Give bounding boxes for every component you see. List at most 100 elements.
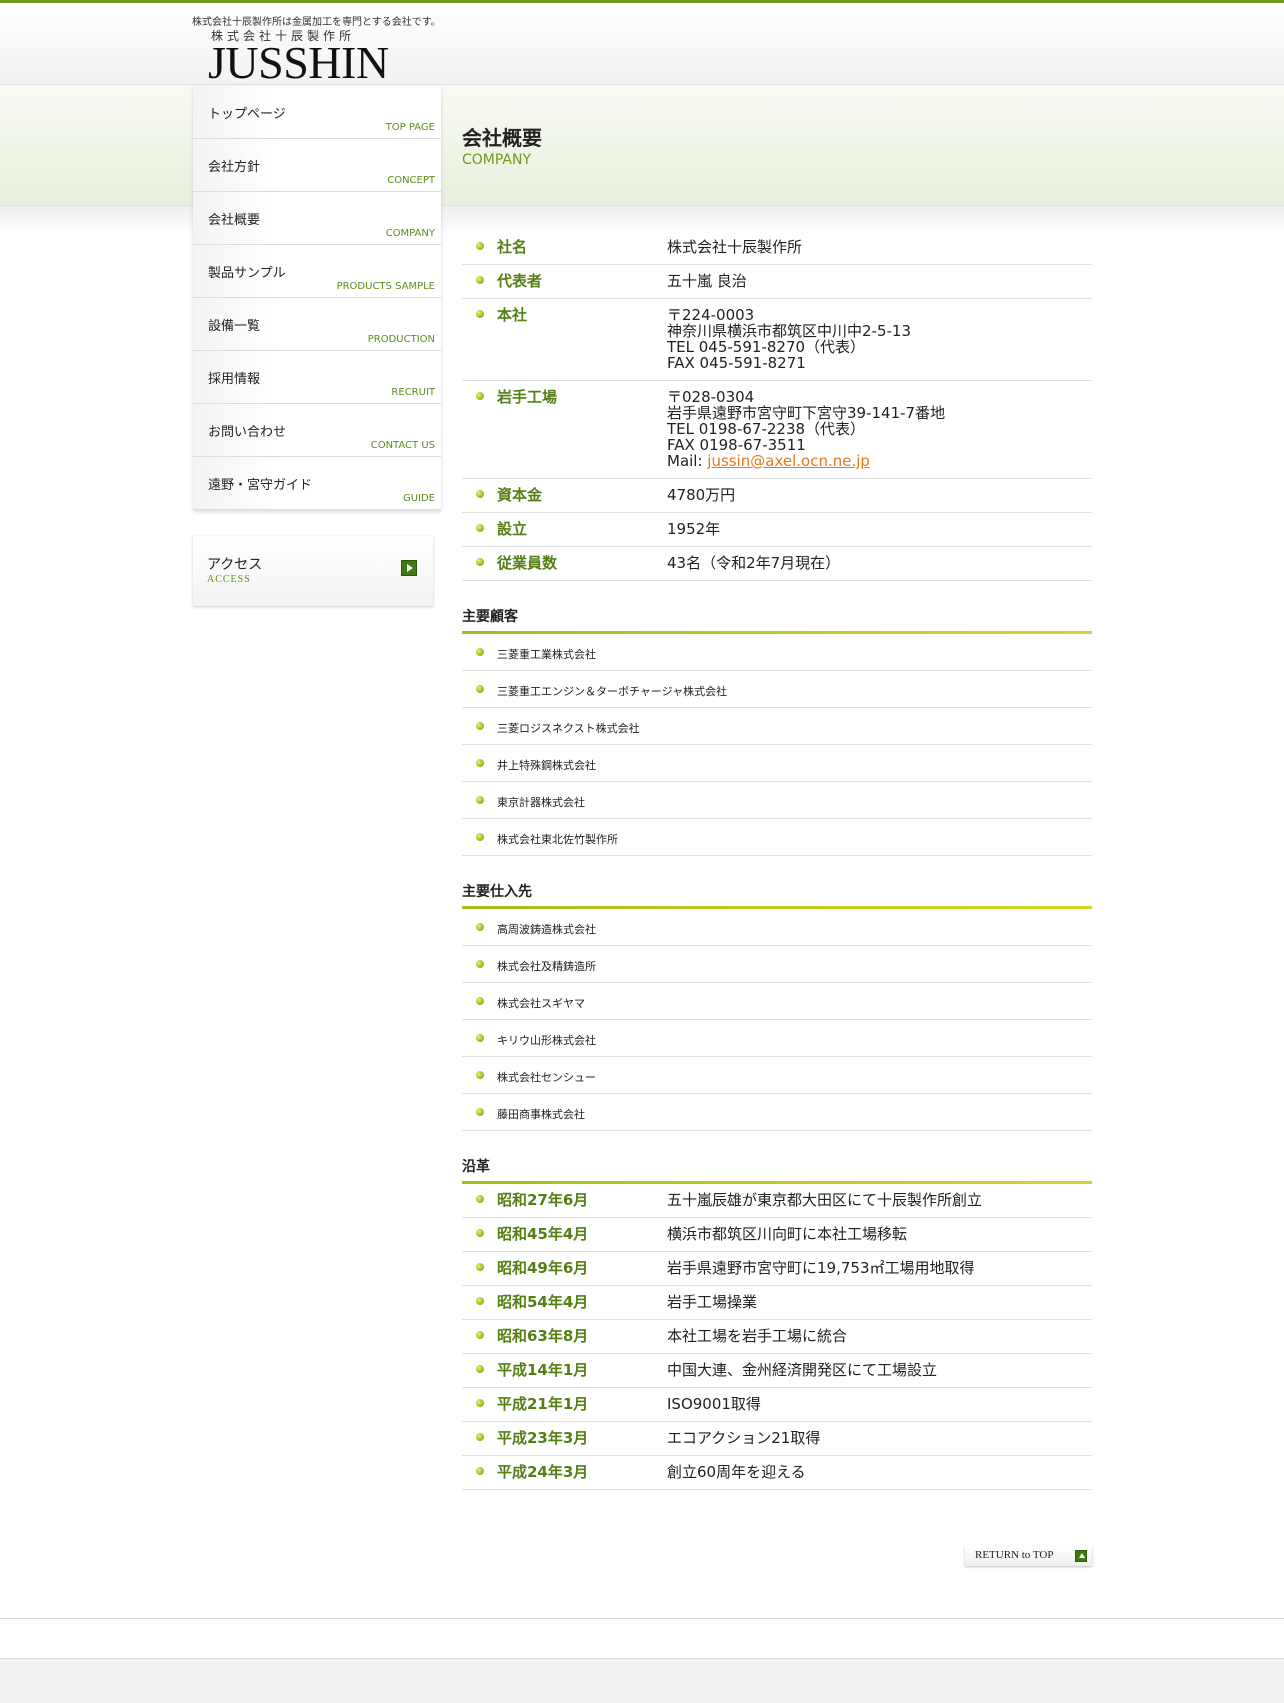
bullet-icon (476, 1297, 484, 1305)
bullet-icon (476, 796, 484, 804)
bullet-icon (476, 722, 484, 730)
info-value-line: 43名（令和2年7月現在） (667, 554, 841, 572)
info-value: 〒028-0304 岩手県遠野市宮守町下宮守39-141-7番地 TEL 019… (667, 389, 945, 469)
list-item: 三菱重工エンジン＆ターボチャージャ株式会社 (462, 671, 1092, 708)
suppliers-heading: 主要仕入先 (462, 856, 1092, 909)
page-subtitle: COMPANY (462, 152, 532, 168)
list-item: 井上特殊鋼株式会社 (462, 745, 1092, 782)
site-logo[interactable]: JUSSHIN (208, 40, 389, 86)
info-label: 本社 (497, 306, 528, 324)
history-date: 昭和63年8月 (497, 1327, 589, 1345)
access-button[interactable]: アクセス ACCESS (193, 536, 433, 606)
info-value-line: 〒028-0304 (667, 388, 755, 406)
info-value-line: TEL 045-591-8270（代表） (667, 338, 866, 356)
list-item: 株式会社センシュー (462, 1057, 1092, 1094)
info-value: 〒224-0003 神奈川県横浜市都筑区中川中2-5-13 TEL 045-59… (667, 307, 911, 371)
history-date: 平成14年1月 (497, 1361, 589, 1379)
info-value-line: 五十嵐 良治 (667, 272, 747, 290)
nav-item-label: 遠野・宮守ガイド (208, 478, 313, 493)
main-content: 社名 株式会社十辰製作所 代表者 五十嵐 良治 本社 〒224-0003 神奈川… (462, 231, 1092, 1490)
info-value: 株式会社十辰製作所 (667, 239, 802, 255)
info-value: 1952年 (667, 521, 720, 537)
info-value: 4780万円 (667, 487, 735, 503)
info-row: 代表者 五十嵐 良治 (462, 265, 1092, 299)
nav-item-label: 採用情報 (208, 372, 261, 387)
list-item-text: 三菱重工エンジン＆ターボチャージャ株式会社 (497, 685, 728, 698)
info-label: 代表者 (497, 272, 543, 290)
history-row: 平成21年1月 ISO9001取得 (462, 1388, 1092, 1422)
bullet-icon (476, 490, 484, 498)
bullet-icon (476, 759, 484, 767)
bullet-icon (476, 648, 484, 656)
site-tagline: 株式会社十辰製作所は金属加工を専門とする会社です。 (192, 17, 441, 28)
bullet-icon (476, 558, 484, 566)
info-row: 設立 1952年 (462, 513, 1092, 547)
nav-item-label: トップページ (208, 107, 286, 122)
nav-item-contact[interactable]: お問い合わせ CONTACT US (193, 404, 441, 457)
nav-item-label: 会社概要 (208, 213, 261, 228)
bullet-icon (476, 923, 484, 931)
info-row: 資本金 4780万円 (462, 479, 1092, 513)
history-date: 昭和49年6月 (497, 1259, 589, 1277)
info-row: 本社 〒224-0003 神奈川県横浜市都筑区中川中2-5-13 TEL 045… (462, 299, 1092, 381)
info-row: 岩手工場 〒028-0304 岩手県遠野市宮守町下宮守39-141-7番地 TE… (462, 381, 1092, 479)
nav-item-sublabel: CONTACT US (370, 440, 435, 451)
nav-item-sublabel: CONCEPT (387, 175, 435, 186)
history-text: 横浜市都筑区川向町に本社工場移転 (667, 1225, 908, 1243)
bullet-icon (476, 997, 484, 1005)
nav-item-sublabel: GUIDE (402, 493, 435, 504)
bullet-icon (476, 1195, 484, 1203)
info-label: 設立 (497, 520, 528, 538)
bullet-icon (476, 1108, 484, 1116)
info-label: 社名 (497, 238, 528, 256)
bullet-icon (476, 1263, 484, 1271)
bullet-icon (476, 1433, 484, 1441)
history-text: エコアクション21取得 (667, 1429, 821, 1447)
info-value-line: 1952年 (667, 520, 721, 538)
nav-item-sublabel: PRODUCTION (367, 334, 435, 345)
nav-item-products[interactable]: 製品サンプル PRODUCTS SAMPLE (193, 245, 441, 298)
list-item-text: 東京計器株式会社 (497, 796, 585, 809)
list-item-text: 株式会社及精鋳造所 (497, 960, 596, 973)
nav-item-concept[interactable]: 会社方針 CONCEPT (193, 139, 441, 192)
nav-item-label: お問い合わせ (208, 425, 287, 440)
history-row: 昭和63年8月 本社工場を岩手工場に統合 (462, 1320, 1092, 1354)
info-value: 五十嵐 良治 (667, 273, 747, 289)
bullet-icon (476, 242, 484, 250)
nav-item-guide[interactable]: 遠野・宮守ガイド GUIDE (193, 457, 441, 510)
bullet-icon (476, 310, 484, 318)
history-row: 昭和45年4月 横浜市都筑区川向町に本社工場移転 (462, 1218, 1092, 1252)
list-item-text: 三菱ロジスネクスト株式会社 (497, 722, 640, 735)
access-label: アクセス (207, 557, 263, 573)
history-heading: 沿革 (462, 1131, 1092, 1184)
list-item: 高周波鋳造株式会社 (462, 909, 1092, 946)
history-row: 昭和27年6月 五十嵐辰雄が東京都大田区にて十辰製作所創立 (462, 1184, 1092, 1218)
nav-item-label: 設備一覧 (208, 319, 261, 334)
bullet-icon (476, 833, 484, 841)
arrow-right-icon (401, 560, 417, 576)
access-sublabel: ACCESS (207, 574, 251, 585)
nav-item-recruit[interactable]: 採用情報 RECRUIT (193, 351, 441, 404)
page-title: 会社概要 (462, 126, 542, 150)
info-label: 岩手工場 (497, 388, 558, 406)
list-item-text: 株式会社スギヤマ (497, 997, 585, 1010)
nav-item-top[interactable]: トップページ TOP PAGE (193, 86, 441, 139)
return-to-top-button[interactable]: RETURN to TOP (965, 1546, 1092, 1566)
info-value-line: FAX 045-591-8271 (667, 354, 806, 372)
list-item: 東京計器株式会社 (462, 782, 1092, 819)
bullet-icon (476, 685, 484, 693)
history-date: 昭和27年6月 (497, 1191, 589, 1209)
history-row: 平成14年1月 中国大連、金州経済開発区にて工場設立 (462, 1354, 1092, 1388)
history-text: 岩手県遠野市宮守町に19,753㎡工場用地取得 (667, 1259, 975, 1277)
bullet-icon (476, 1331, 484, 1339)
nav-item-company[interactable]: 会社概要 COMPANY (193, 192, 441, 245)
arrow-up-icon (1075, 1550, 1087, 1562)
bullet-icon (476, 1229, 484, 1237)
list-item: 株式会社スギヤマ (462, 983, 1092, 1020)
nav-item-production[interactable]: 設備一覧 PRODUCTION (193, 298, 441, 351)
email-link[interactable]: jussin@axel.ocn.ne.jp (707, 452, 870, 470)
info-value-line: TEL 0198-67-2238（代表） (667, 420, 866, 438)
history-text: 創立60周年を迎える (667, 1463, 806, 1481)
footer-divider (0, 1618, 1284, 1619)
bullet-icon (476, 960, 484, 968)
